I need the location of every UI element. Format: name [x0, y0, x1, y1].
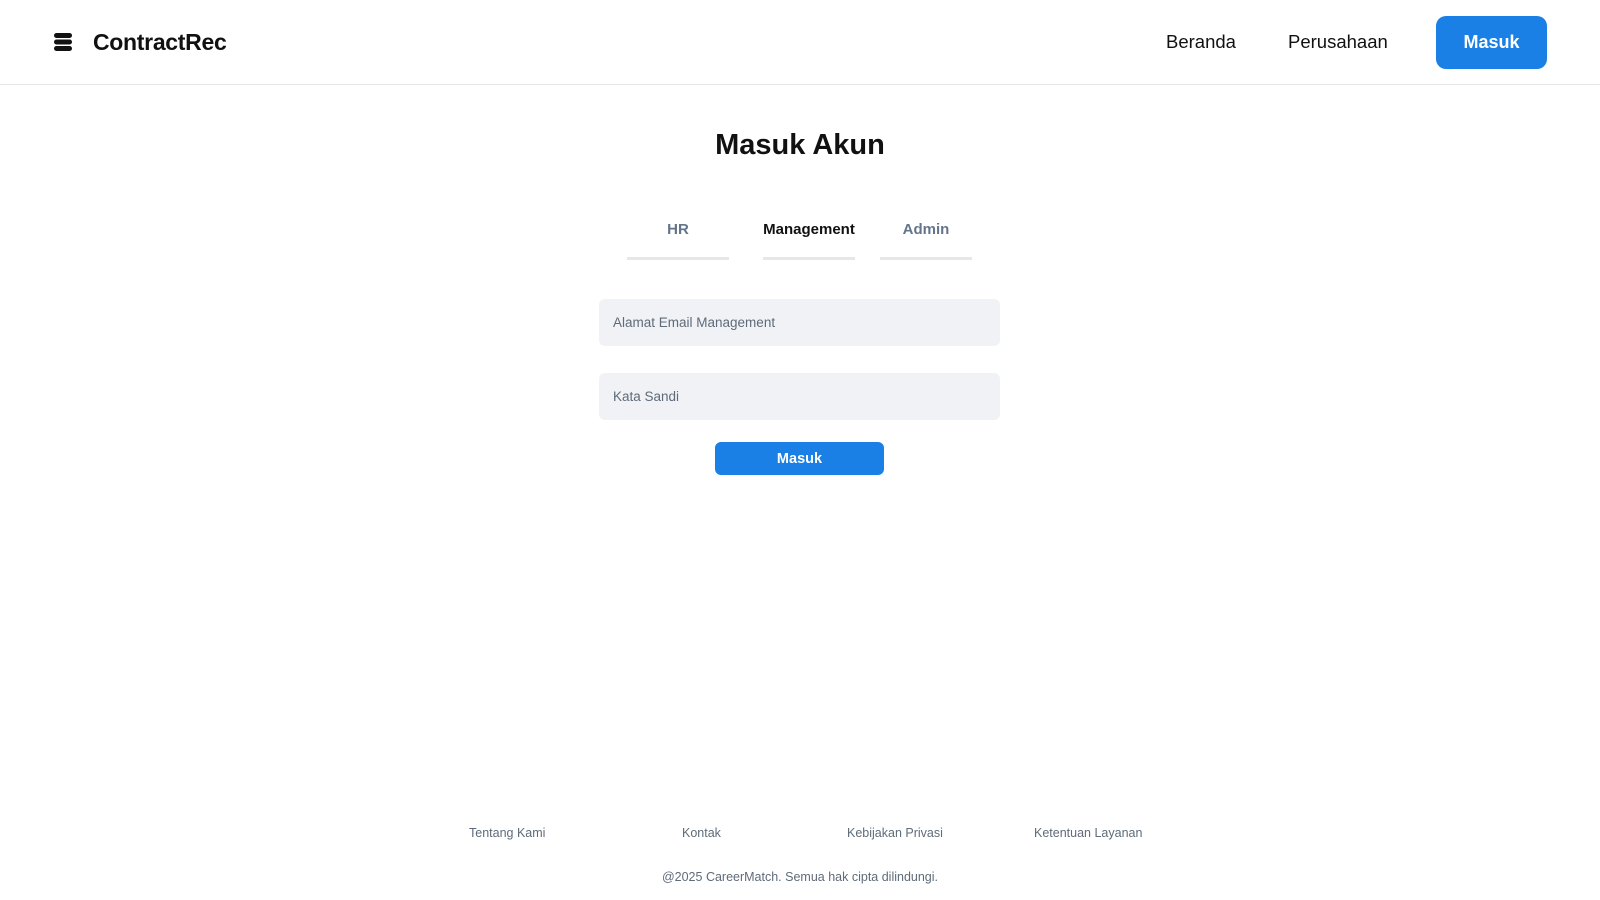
page-title: Masuk Akun [715, 129, 885, 161]
footer-link-about[interactable]: Tentang Kami [469, 826, 545, 840]
login-submit-button[interactable]: Masuk [715, 442, 884, 475]
footer-link-privacy[interactable]: Kebijakan Privasi [847, 826, 943, 840]
copyright-text: @2025 CareerMatch. Semua hak cipta dilin… [661, 870, 939, 884]
footer-link-contact[interactable]: Kontak [682, 826, 721, 840]
tab-management[interactable]: Management [763, 218, 855, 260]
brand-name: ContractRec [93, 28, 227, 55]
nav-link-beranda[interactable]: Beranda [1166, 28, 1236, 56]
brand[interactable]: ContractRec [53, 26, 227, 58]
password-field[interactable] [599, 373, 1000, 420]
stacked-layers-icon [54, 33, 72, 51]
footer-link-terms[interactable]: Ketentuan Layanan [1034, 826, 1142, 840]
nav-link-perusahaan[interactable]: Perusahaan [1288, 28, 1388, 56]
tab-admin[interactable]: Admin [880, 218, 972, 260]
email-field[interactable] [599, 299, 1000, 346]
tab-hr[interactable]: HR [627, 218, 729, 260]
top-navbar: ContractRec Beranda Perusahaan Masuk [0, 0, 1600, 85]
header-login-button[interactable]: Masuk [1436, 16, 1547, 69]
